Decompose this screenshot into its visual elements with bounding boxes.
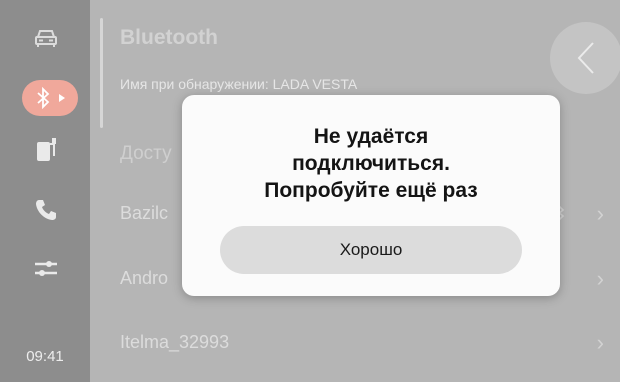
sidebar-item-settings[interactable] [22, 250, 70, 286]
sidebar-item-phone[interactable] [22, 192, 70, 228]
fuel-pump-icon [37, 138, 56, 161]
section-label: Досту [120, 143, 172, 164]
chevron-left-icon [577, 42, 594, 74]
device-name: Andro [120, 268, 169, 288]
device-name: Bazilc [120, 203, 169, 223]
chevron-right-icon: › [596, 266, 604, 291]
dialog-message-line: подключиться. [292, 152, 450, 175]
back-button[interactable] [550, 22, 620, 94]
device-row[interactable]: Itelma_32993 › [120, 330, 610, 382]
sidebar-item-fuel[interactable] [22, 132, 70, 168]
discovery-name: Имя при обнаружении: LADA VESTA [120, 76, 358, 92]
page-title: Bluetooth [120, 26, 218, 49]
sidebar: 09:41 [0, 0, 90, 382]
error-dialog: Не удаётся подключиться. Попробуйте ещё … [182, 95, 560, 296]
dialog-message: Не удаётся подключиться. Попробуйте ещё … [182, 123, 560, 204]
dialog-message-line: Не удаётся [313, 125, 429, 148]
sliders-icon [35, 261, 57, 276]
dialog-message-line: Попробуйте ещё раз [264, 179, 478, 202]
clock: 09:41 [26, 348, 64, 365]
triangle-right-icon [59, 94, 65, 102]
ok-button[interactable]: Хорошо [220, 226, 522, 274]
screen: 09:41 Bluetooth Имя при обнаружении: LAD… [0, 0, 620, 382]
bluetooth-icon [37, 87, 50, 109]
chevron-right-icon: › [596, 201, 604, 226]
car-icon [35, 30, 57, 47]
phone-icon [36, 200, 56, 220]
sidebar-item-bluetooth[interactable] [22, 80, 78, 116]
sidebar-item-car[interactable] [22, 20, 70, 56]
chevron-right-icon: › [596, 330, 604, 355]
device-name: Itelma_32993 [120, 332, 230, 352]
scroll-indicator [100, 18, 103, 128]
